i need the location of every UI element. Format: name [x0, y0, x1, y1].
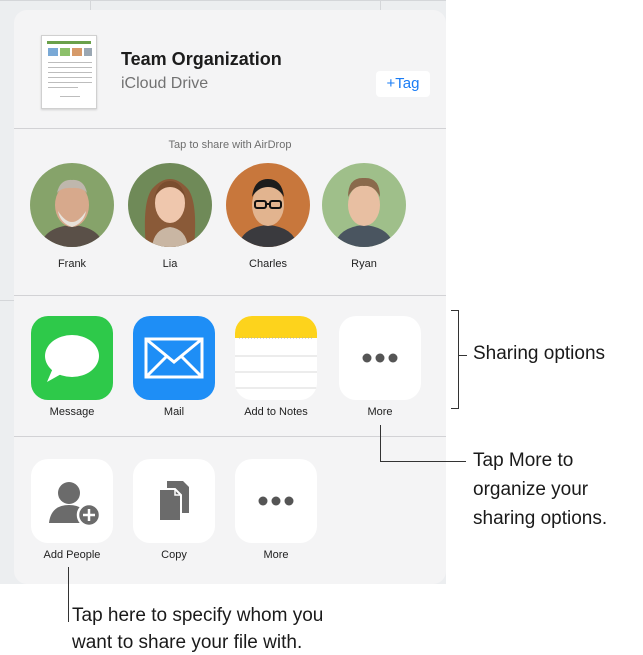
thumbnail-heading	[47, 41, 91, 44]
backdrop-line	[0, 300, 14, 301]
file-location: iCloud Drive	[121, 75, 209, 92]
person-name: Lia	[162, 258, 178, 270]
callout-line	[380, 425, 381, 462]
backdrop-line	[380, 0, 381, 10]
copy-button[interactable]	[133, 459, 215, 543]
avatar	[30, 163, 114, 247]
add-tag-button[interactable]: +Tag	[376, 71, 430, 97]
share-sheet: Team Organization iCloud Drive +Tag Tap …	[14, 10, 446, 584]
avatar	[322, 163, 406, 247]
add-people-callout-line1: Tap here to specify whom you	[72, 605, 324, 626]
add-person-icon	[31, 482, 113, 543]
callout-line	[68, 567, 69, 622]
callout-line	[380, 461, 466, 462]
person-name: Charles	[249, 258, 287, 270]
more-apps-button[interactable]	[339, 316, 421, 400]
avatar	[128, 163, 212, 247]
avatar	[226, 163, 310, 247]
section-divider	[14, 128, 446, 129]
share-app-label: More	[367, 406, 393, 418]
notes-app-button[interactable]	[235, 316, 317, 400]
backdrop-line	[90, 0, 91, 10]
section-divider	[14, 295, 446, 296]
thumbnail-text-line	[60, 96, 80, 97]
thumbnail-text-line	[48, 77, 92, 78]
copy-icon	[133, 481, 215, 543]
thumbnail-text-line	[48, 67, 92, 68]
more-icon	[235, 496, 317, 543]
add-people-callout-line2: want to share your file with.	[72, 632, 303, 653]
thumbnail-text-line	[48, 62, 92, 63]
share-app-label: Message	[49, 406, 95, 418]
airdrop-title: Tap to share with AirDrop	[168, 139, 292, 151]
airdrop-person-charles[interactable]: Charles	[226, 163, 310, 270]
more-callout-line3: sharing options.	[473, 508, 608, 529]
thumbnail-text-line	[48, 72, 92, 73]
thumbnail-text-line	[48, 82, 92, 83]
action-label: Add People	[43, 549, 101, 561]
person-name: Ryan	[351, 258, 377, 270]
file-title: Team Organization	[121, 49, 282, 69]
sharing-options-callout: Sharing options	[473, 343, 606, 364]
airdrop-person-ryan[interactable]: Ryan	[322, 163, 406, 270]
mail-icon	[133, 337, 215, 400]
notes-icon	[235, 316, 317, 400]
airdrop-person-frank[interactable]: Frank	[30, 163, 114, 270]
airdrop-person-lia[interactable]: Lia	[128, 163, 212, 270]
section-divider	[14, 436, 446, 437]
thumbnail-photo	[48, 48, 58, 56]
more-callout-line2: organize your	[473, 479, 589, 500]
more-icon	[339, 353, 421, 400]
thumbnail-photo	[84, 48, 92, 56]
person-name: Frank	[57, 258, 87, 270]
action-label: More	[263, 549, 289, 561]
mail-app-button[interactable]	[133, 316, 215, 400]
thumbnail-photo	[60, 48, 70, 56]
message-app-button[interactable]	[31, 316, 113, 400]
share-app-label: Mail	[163, 406, 185, 418]
sharing-options-bracket	[451, 310, 459, 409]
action-label: Copy	[161, 549, 187, 561]
callout-line	[459, 355, 467, 356]
more-actions-button[interactable]	[235, 459, 317, 543]
more-callout-line1: Tap More to	[473, 450, 574, 471]
thumbnail-photo	[72, 48, 82, 56]
message-icon	[31, 335, 113, 400]
share-app-label: Add to Notes	[244, 406, 308, 418]
thumbnail-text-line	[48, 87, 78, 88]
add-people-button[interactable]	[31, 459, 113, 543]
file-thumbnail	[41, 35, 97, 109]
